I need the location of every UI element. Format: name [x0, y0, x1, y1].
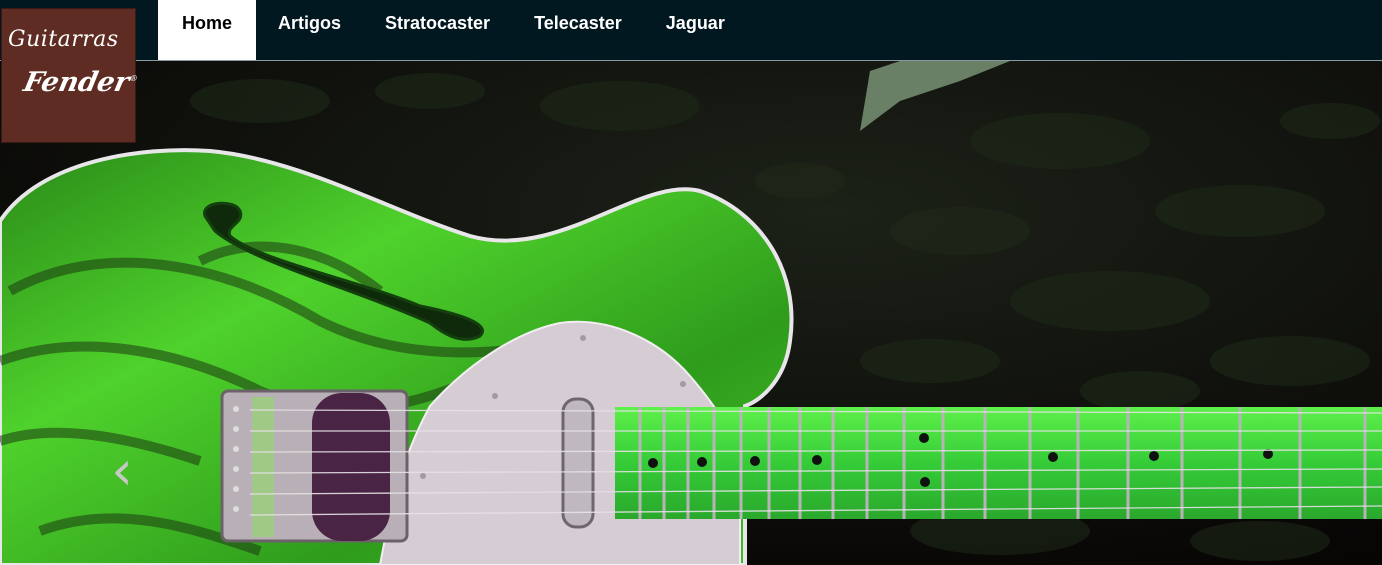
nav-artigos[interactable]: Artigos: [256, 0, 363, 60]
nav-stratocaster[interactable]: Stratocaster: [363, 0, 512, 60]
bridge-saddles: [252, 397, 274, 537]
carousel-prev-button[interactable]: ‹: [100, 441, 144, 501]
fretboard: [615, 407, 1382, 519]
main-nav: Home Artigos Stratocaster Telecaster Jag…: [158, 0, 747, 60]
top-navbar: Home Artigos Stratocaster Telecaster Jag…: [0, 0, 1382, 61]
chevron-left-icon: ‹: [111, 439, 133, 502]
neck-pickup: [561, 397, 595, 529]
logo-line-guitarras: Guitarras: [8, 27, 119, 52]
bridge-pickup: [312, 393, 390, 541]
nav-jaguar[interactable]: Jaguar: [644, 0, 747, 60]
nav-home[interactable]: Home: [158, 0, 257, 60]
site-logo[interactable]: Guitarras Fender®: [1, 8, 139, 143]
nav-telecaster[interactable]: Telecaster: [512, 0, 644, 60]
logo-line-fender: Fender®: [20, 67, 139, 98]
hero-image: [0, 61, 1382, 565]
hero-carousel: ‹: [0, 61, 1382, 565]
